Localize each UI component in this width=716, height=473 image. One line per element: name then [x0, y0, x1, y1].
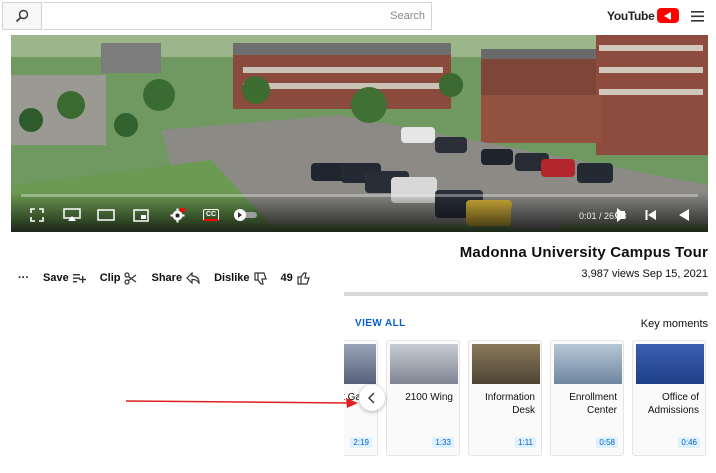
- miniplayer-icon: [133, 208, 149, 222]
- scissors-icon: [124, 271, 137, 285]
- annotation-arrow: [125, 398, 358, 408]
- key-moment-thumbnail: [390, 344, 458, 384]
- more-icon: ···: [18, 272, 29, 284]
- like-count: 49: [280, 272, 293, 284]
- video-meta: 3,987 views Sep 15, 2021: [581, 268, 708, 280]
- search-icon: [15, 9, 29, 23]
- key-moment-label: Information Desk: [484, 392, 535, 416]
- autoplay-toggle[interactable]: [233, 206, 259, 224]
- next-button[interactable]: [641, 206, 661, 224]
- like-button[interactable]: 49: [280, 271, 310, 285]
- more-actions-button[interactable]: ···: [18, 272, 29, 284]
- thumbs-up-icon: [297, 271, 310, 285]
- divider: [344, 292, 708, 296]
- save-label: Save: [43, 272, 69, 284]
- autoplay-toggle-icon: [234, 209, 257, 221]
- captions-button[interactable]: CC: [200, 206, 222, 224]
- clip-button[interactable]: Clip: [99, 271, 138, 285]
- dislike-label: Dislike: [214, 272, 250, 284]
- carousel-prev-button[interactable]: [359, 385, 385, 411]
- theater-icon: [97, 209, 115, 221]
- search-input[interactable]: Search: [44, 2, 432, 30]
- dislike-button[interactable]: Dislike: [214, 271, 267, 285]
- key-moment-label: 2100 Wing: [405, 392, 453, 403]
- key-moment-time: 0:58: [596, 437, 618, 448]
- key-moments-carousel: Office of Admissions 0:46 Enrollment Cen…: [344, 340, 708, 458]
- fullscreen-icon: [30, 208, 44, 222]
- thumbs-down-icon: [253, 271, 267, 285]
- settings-button[interactable]: [167, 206, 187, 224]
- top-bar: Search YouTube: [0, 0, 716, 34]
- fullscreen-button[interactable]: [27, 206, 47, 224]
- key-moment-thumbnail: [344, 344, 376, 384]
- share-button[interactable]: Share: [151, 272, 200, 284]
- key-moment-thumbnail: [636, 344, 704, 384]
- action-row: ··· Save Clip Share Dislike 49: [18, 268, 310, 288]
- share-icon: [186, 272, 200, 284]
- key-moment-card[interactable]: Information Desk 1:11: [468, 340, 542, 456]
- key-moment-thumbnail: [554, 344, 622, 384]
- view-all-link[interactable]: VIEW ALL: [355, 318, 406, 329]
- time-readout: 0:01 / 26:03: [579, 211, 627, 221]
- key-moment-thumbnail: [472, 344, 540, 384]
- miniplayer-button[interactable]: [131, 206, 151, 224]
- play-icon: [679, 209, 689, 221]
- cast-icon: [63, 208, 81, 221]
- key-moment-card[interactable]: 2100 Wing 1:33: [386, 340, 460, 456]
- youtube-play-icon: [657, 8, 680, 23]
- key-moment-label: Enrollment Center: [569, 392, 617, 416]
- logo-text: YouTube: [607, 8, 655, 23]
- key-moments-title: Key moments: [640, 318, 708, 330]
- cc-icon: CC: [202, 209, 220, 221]
- chevron-left-icon: [368, 392, 375, 404]
- next-icon: [645, 210, 656, 220]
- share-label: Share: [151, 272, 183, 284]
- key-moment-card[interactable]: Office of Admissions 0:46: [632, 340, 706, 456]
- key-moment-time: 2:19: [350, 437, 372, 448]
- progress-bar[interactable]: [21, 194, 698, 197]
- settings-icon: [170, 207, 185, 222]
- clip-label: Clip: [99, 272, 121, 284]
- key-moment-time: 0:46: [678, 437, 700, 448]
- playlist-add-icon: [72, 273, 86, 283]
- search-placeholder: Search: [390, 10, 425, 22]
- key-moment-time: 1:33: [432, 437, 454, 448]
- cast-button[interactable]: [61, 206, 83, 224]
- save-button[interactable]: Save: [43, 272, 86, 284]
- key-moment-time: 1:11: [515, 437, 536, 448]
- search-button[interactable]: [2, 2, 42, 30]
- youtube-logo[interactable]: YouTube: [607, 8, 680, 23]
- play-button[interactable]: [674, 206, 694, 224]
- key-moment-label: Office of Admissions: [647, 392, 699, 416]
- hamburger-menu-icon[interactable]: [690, 8, 706, 24]
- theater-button[interactable]: [96, 206, 116, 224]
- video-title: Madonna University Campus Tour: [459, 244, 708, 261]
- key-moment-card[interactable]: Enrollment Center 0:58: [550, 340, 624, 456]
- video-player[interactable]: 0:01 / 26:03 CC: [11, 35, 708, 232]
